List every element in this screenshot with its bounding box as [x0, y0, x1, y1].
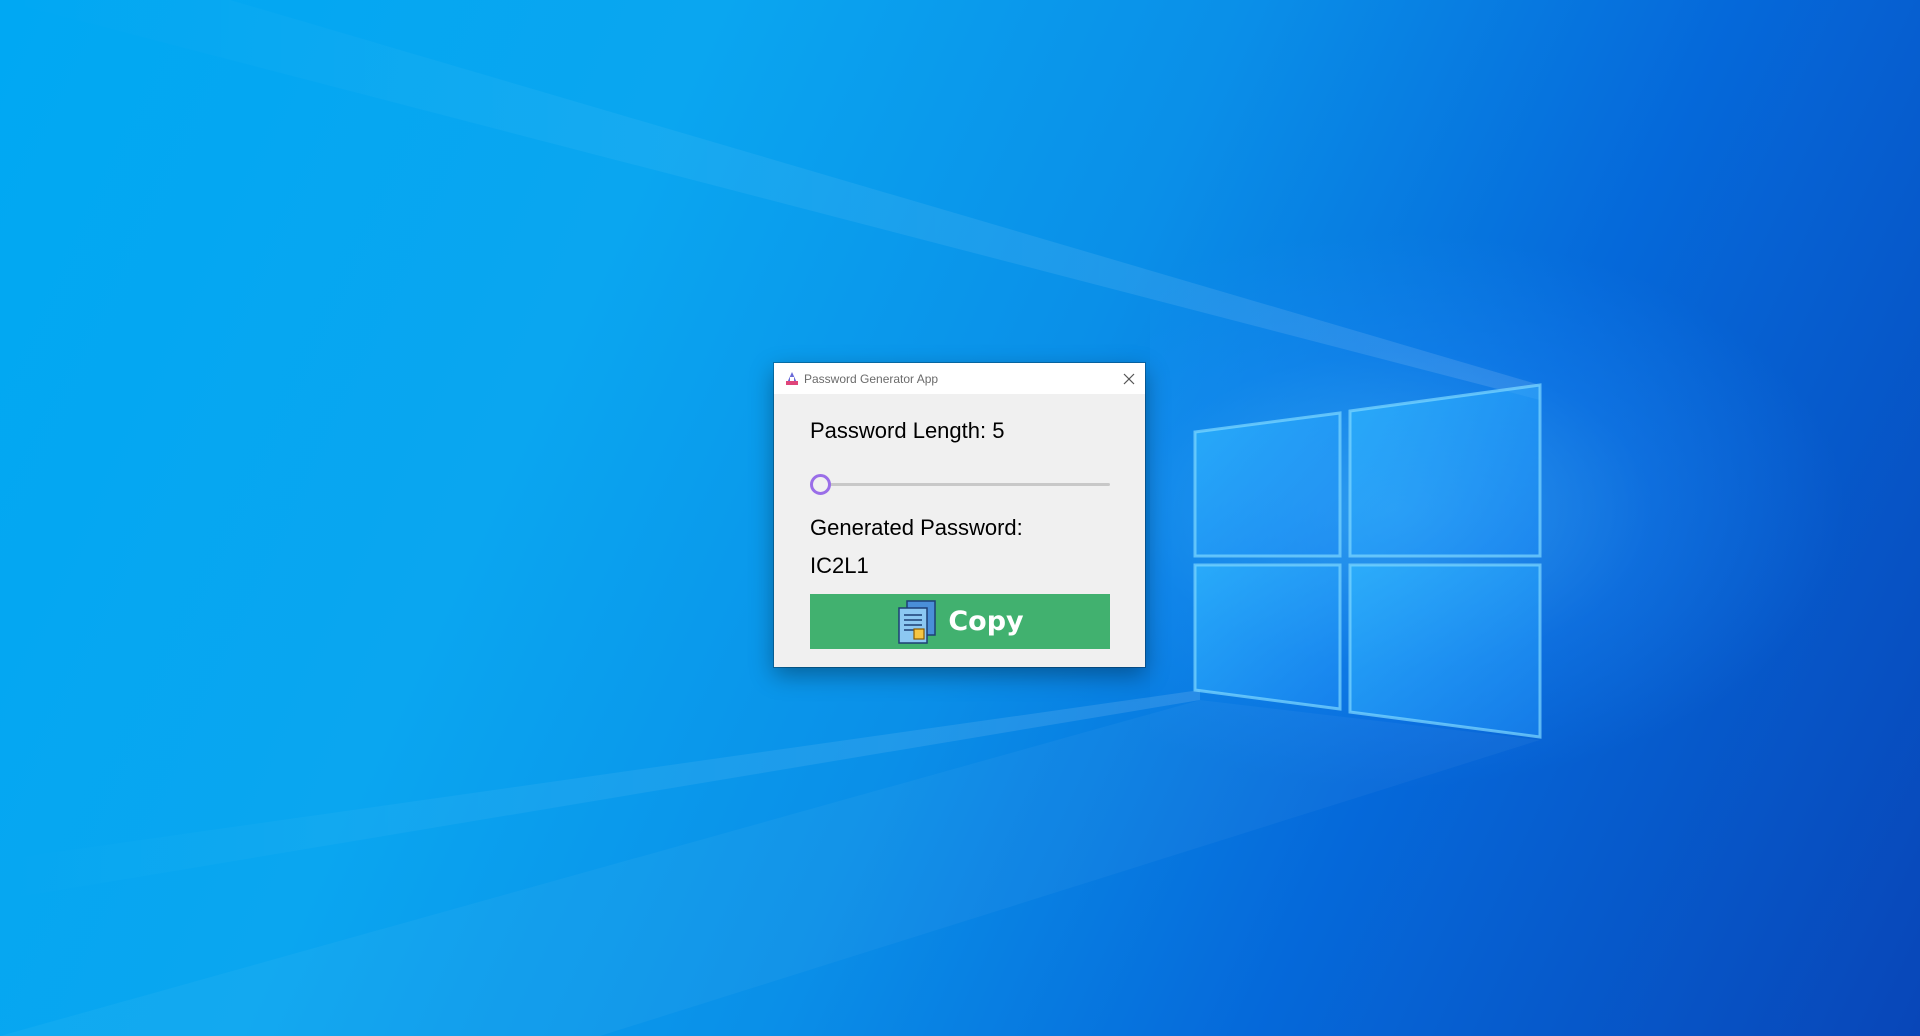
generated-password-value: IC2L1	[810, 553, 869, 578]
desktop: Password Generator App Password Length: …	[0, 0, 1920, 1036]
slider-thumb[interactable]	[810, 474, 831, 495]
slider-track[interactable]	[820, 483, 1110, 486]
window-content: Password Length: 5 Generated Password: I…	[774, 394, 1145, 667]
copy-button[interactable]: Copy	[810, 594, 1110, 649]
password-length-label: Password Length: 5	[810, 418, 1005, 443]
password-generator-window: Password Generator App Password Length: …	[774, 363, 1145, 667]
key-app-icon	[784, 371, 800, 387]
generated-password-label: Generated Password:	[810, 515, 1023, 540]
document-copy-icon	[898, 599, 937, 644]
copy-button-label: Copy	[948, 606, 1024, 637]
window-title: Password Generator App	[804, 371, 939, 386]
close-icon	[1123, 373, 1135, 384]
password-length-slider[interactable]	[810, 474, 1110, 495]
title-bar[interactable]: Password Generator App	[774, 363, 1145, 394]
close-button[interactable]	[1113, 363, 1145, 394]
